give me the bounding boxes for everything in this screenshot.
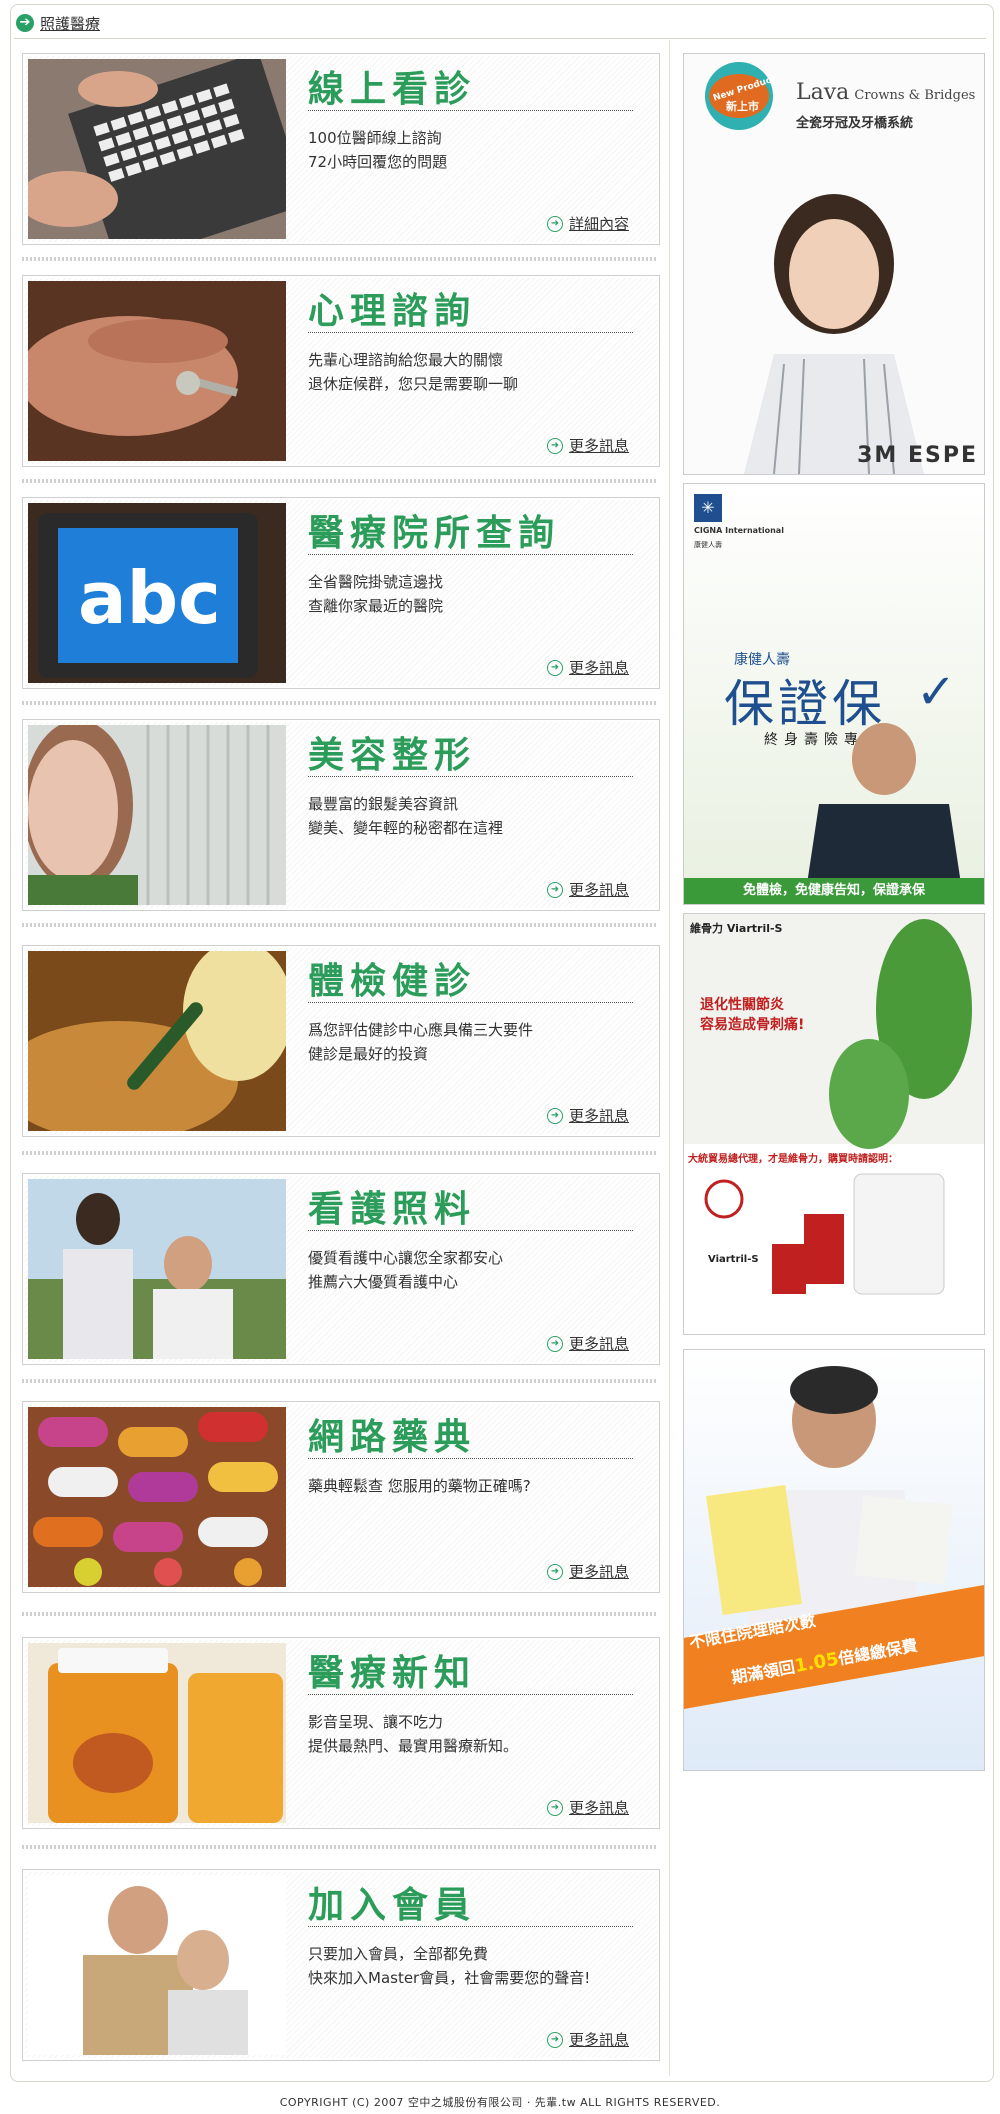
pill-bottle-image[interactable] (28, 1643, 286, 1823)
ad-viartril[interactable]: 維骨力 Viartril-S 退化性關節炎 容易造成骨刺痛! 大統貿易總代理，才… (683, 913, 985, 1335)
ad-cigna-insurance[interactable]: ✳ CIGNA International 康健人壽 康健人壽 保證保 ✓ 終身… (683, 483, 985, 905)
more-link[interactable]: ➜ 更多訊息 (546, 657, 629, 678)
new-launch-badge: 新上市 (726, 100, 759, 113)
header-divider (14, 38, 986, 39)
viartril-brand: 維骨力 Viartril-S (690, 922, 783, 935)
card-description: 爲您評估健診中心應具備三大要件 健診是最好的投資 (308, 1021, 534, 1063)
arrow-circle-icon: ➜ (546, 437, 563, 454)
card-title[interactable]: 醫療院所查詢 (308, 504, 560, 556)
section-title[interactable]: 照護醫療 (40, 13, 100, 34)
man-with-documents-art (706, 1366, 953, 1650)
more-link[interactable]: ➜ 詳細內容 (546, 213, 629, 234)
arrow-circle-icon: ➜ (546, 659, 563, 676)
cactus-product-art (684, 914, 984, 1295)
more-link[interactable]: ➜ 更多訊息 (546, 1561, 629, 1582)
card-medical-news: 醫療新知 影音呈現、讓不吃力 提供最熱門、最實用醫療新知。 ➜ 更多訊息 (22, 1637, 660, 1829)
card-title[interactable]: 心理諮詢 (308, 282, 476, 334)
card-description: 只要加入會員，全部都免費 快來加入Master會員，社會需要您的聲音! (308, 1945, 591, 1987)
card-online-consult: 線上看診 100位醫師線上諮詢 72小時回覆您的問題 ➜ 詳細內容 (22, 53, 660, 245)
arrow-circle-icon: ➜ (546, 215, 563, 232)
test-tube-image[interactable] (28, 951, 286, 1131)
card-hospital-search: abc 醫療院所查詢 全省醫院掛號這邊找 查離你家最近的醫院 ➜ 更多訊息 (22, 497, 660, 689)
card-title[interactable]: 體檢健診 (308, 952, 476, 1004)
card-cosmetic: 美容整形 最豐富的銀髮美容資訊 變美、變年輕的秘密都在這裡 ➜ 更多訊息 (22, 719, 660, 911)
arrow-circle-icon: ➜ (546, 1107, 563, 1124)
card-title[interactable]: 美容整形 (308, 726, 476, 778)
card-description: 最豐富的銀髮美容資訊 變美、變年輕的秘密都在這裡 (308, 795, 504, 837)
card-title[interactable]: 看護照料 (308, 1180, 476, 1232)
card-description: 優質看護中心讓您全家都安心 推薦六大優質看護中心 (308, 1249, 504, 1291)
column-divider (669, 40, 670, 2076)
section-header: ➔ 照護醫療 (16, 8, 100, 38)
more-link[interactable]: ➜ 更多訊息 (546, 1333, 629, 1354)
svg-text:abc: abc (78, 556, 221, 640)
woman-face-image[interactable] (28, 725, 286, 905)
arrow-right-icon: ➔ (16, 14, 34, 32)
arrow-circle-icon: ➜ (546, 1563, 563, 1580)
more-link[interactable]: ➜ 更多訊息 (546, 1105, 629, 1126)
arrow-circle-icon: ➜ (546, 2031, 563, 2048)
lava-brand: Lava Crowns & Bridges (796, 80, 976, 105)
arrow-circle-icon: ➜ (546, 881, 563, 898)
arrow-circle-icon: ➜ (546, 1799, 563, 1816)
ad-insurance-refund[interactable]: 不限住院理賠次數 期滿領回1.05倍總繳保費 (683, 1349, 985, 1771)
more-link[interactable]: ➜ 更多訊息 (546, 2029, 629, 2050)
card-description: 100位醫師線上諮詢 72小時回覆您的問題 (308, 129, 448, 171)
viartril-notice: 大統貿易總代理，才是維骨力，購買時請認明： (688, 1154, 898, 1165)
cigna-footer-banner: 免體檢，免健康告知，保證承保 (684, 878, 984, 904)
card-title[interactable]: 醫療新知 (308, 1644, 476, 1696)
card-nursing-care: 看護照料 優質看護中心讓您全家都安心 推薦六大優質看護中心 ➜ 更多訊息 (22, 1173, 660, 1365)
card-description: 藥典輕鬆查 您服用的藥物正確嗎? (308, 1477, 531, 1495)
card-description: 全省醫院掛號這邊找 查離你家最近的醫院 (308, 573, 444, 615)
card-join-member: 加入會員 只要加入會員，全部都免費 快來加入Master會員，社會需要您的聲音!… (22, 1869, 660, 2061)
card-title[interactable]: 網路藥典 (308, 1408, 476, 1460)
card-health-check: 體檢健診 爲您評估健診中心應具備三大要件 健診是最好的投資 ➜ 更多訊息 (22, 945, 660, 1137)
card-title[interactable]: 加入會員 (308, 1876, 476, 1928)
copyright-footer: COPYRIGHT (C) 2007 空中之城股份有限公司 · 先輩.tw AL… (279, 2096, 721, 2109)
arrow-circle-icon: ➜ (546, 1335, 563, 1352)
more-link[interactable]: ➜ 更多訊息 (546, 1797, 629, 1818)
lava-tagline: 全瓷牙冠及牙橋系統 (796, 116, 914, 131)
more-link[interactable]: ➜ 更多訊息 (546, 879, 629, 900)
ad-lava-crowns[interactable]: New Product 新上市 Lava Crowns & Bridges 全瓷… (683, 53, 985, 475)
elderly-couple-image[interactable] (28, 1875, 286, 2055)
card-drug-reference: 網路藥典 藥典輕鬆查 您服用的藥物正確嗎? ➜ 更多訊息 (22, 1401, 660, 1593)
more-link[interactable]: ➜ 更多訊息 (546, 435, 629, 456)
card-description: 影音呈現、讓不吃力 提供最熱門、最實用醫療新知。 (308, 1713, 519, 1755)
hand-key-image[interactable] (28, 281, 286, 461)
card-description: 先輩心理諮詢給您最大的關懷 退休症候群，您只是需要聊一聊 (308, 351, 519, 393)
card-title[interactable]: 線上看診 (308, 60, 476, 112)
caregiver-elder-image[interactable] (28, 1179, 286, 1359)
laptop-typing-image[interactable] (28, 59, 286, 239)
cigna-man-art (804, 723, 964, 904)
monitor-abc-image[interactable]: abc (28, 503, 286, 683)
pills-image[interactable] (28, 1407, 286, 1587)
card-counseling: 心理諮詢 先輩心理諮詢給您最大的關懷 退休症候群，您只是需要聊一聊 ➜ 更多訊息 (22, 275, 660, 467)
3m-espe-logo: 3M ESPE (857, 443, 978, 468)
